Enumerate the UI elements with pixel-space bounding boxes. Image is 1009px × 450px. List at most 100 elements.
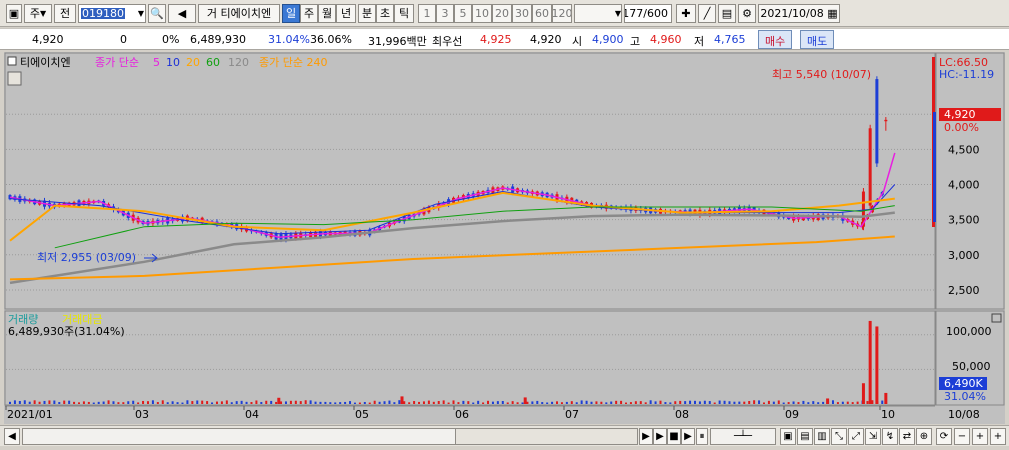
refresh-icon[interactable]: ⟳ bbox=[936, 428, 952, 445]
sell-button[interactable]: 매도 bbox=[800, 30, 835, 49]
volume-bar bbox=[127, 401, 130, 404]
prev-button[interactable]: 전 bbox=[54, 4, 76, 23]
volume-bar bbox=[166, 402, 169, 404]
volume-bar bbox=[851, 402, 854, 404]
chart-menu-icon[interactable]: ▣ bbox=[6, 4, 22, 23]
volume-bar bbox=[353, 402, 356, 404]
volume-bar bbox=[334, 402, 337, 404]
scroll-right-icon[interactable]: ▶ bbox=[639, 428, 653, 445]
legend-ma120: 120 bbox=[228, 56, 249, 69]
volume-bar bbox=[649, 400, 652, 404]
tool-e-icon[interactable]: ⤢ bbox=[848, 428, 864, 445]
volume-bar bbox=[575, 402, 578, 404]
volume-bar bbox=[560, 402, 563, 404]
zoom-slider[interactable]: ─┴─ bbox=[710, 428, 776, 445]
volume-bar bbox=[523, 397, 527, 404]
minute-30-button[interactable]: 30 bbox=[512, 4, 532, 23]
zoom-out-button[interactable]: − bbox=[954, 428, 970, 445]
volume-bar bbox=[363, 401, 366, 404]
volume-bar bbox=[551, 401, 554, 404]
stock-chart[interactable]: 티에이치엔 종가 단순 5 10 20 60 120 종가 단순 240 최고 … bbox=[4, 52, 1005, 424]
period-second-button[interactable]: 초 bbox=[376, 4, 394, 23]
tool-f-icon[interactable]: ⇲ bbox=[865, 428, 881, 445]
tool-h-icon[interactable]: ⇄ bbox=[899, 428, 915, 445]
play-icon[interactable]: ▶ bbox=[653, 428, 667, 445]
volume-bar bbox=[265, 400, 268, 404]
open-label: 시 bbox=[572, 35, 583, 48]
volume-bar bbox=[659, 400, 662, 404]
price-tick-label: 2,500 bbox=[948, 284, 980, 297]
volume-bar bbox=[733, 401, 736, 404]
volume-bar bbox=[230, 402, 233, 404]
volume-bar bbox=[600, 401, 603, 404]
draw-line-icon[interactable]: ╱ bbox=[698, 4, 716, 23]
panel-settings-icon[interactable] bbox=[7, 71, 22, 86]
tool-i-icon[interactable]: ⊕ bbox=[916, 428, 932, 445]
minute-1-button[interactable]: 1 bbox=[418, 4, 436, 23]
tool-d-icon[interactable]: ⤡ bbox=[831, 428, 847, 445]
minute-120-button[interactable]: 120 bbox=[552, 4, 572, 23]
zoom-in-button[interactable]: + bbox=[972, 428, 988, 445]
volume-bar bbox=[9, 401, 11, 404]
period-day-button[interactable]: 일 bbox=[282, 4, 300, 23]
volume-bar bbox=[48, 400, 51, 404]
save-icon[interactable]: ▤ bbox=[718, 4, 736, 23]
stock-code-input[interactable]: 019180 ▼ bbox=[78, 4, 146, 23]
x-tick-label: 05 bbox=[355, 408, 369, 421]
volume-bar bbox=[856, 401, 859, 404]
search-icon[interactable]: 🔍 bbox=[148, 4, 166, 23]
volume-bar bbox=[38, 401, 41, 404]
minute-60-button[interactable]: 60 bbox=[532, 4, 552, 23]
price-tick-label: 3,500 bbox=[948, 214, 980, 227]
date-input[interactable]: 2021/10/08 ▦ bbox=[758, 4, 840, 23]
next-icon[interactable]: ▶ bbox=[681, 428, 695, 445]
volume-bar bbox=[378, 401, 381, 404]
minute-5-button[interactable]: 5 bbox=[454, 4, 472, 23]
bar-count-input[interactable]: 177/600 bbox=[624, 4, 672, 23]
scroll-left-icon[interactable]: ◀ bbox=[4, 428, 20, 445]
volume-bar bbox=[536, 400, 539, 404]
crosshair-icon[interactable]: ✚ bbox=[676, 4, 696, 23]
volume-bar bbox=[260, 402, 263, 404]
sound-button[interactable]: ◀ bbox=[168, 4, 196, 23]
scroll-thumb[interactable] bbox=[455, 428, 638, 445]
x-tick-label: 03 bbox=[135, 408, 149, 421]
minute-10-button[interactable]: 10 bbox=[472, 4, 492, 23]
volume-bar bbox=[728, 401, 731, 404]
volume-bar bbox=[13, 400, 16, 404]
volume-bar bbox=[196, 400, 199, 404]
stock-name-field[interactable]: 거 티에이치엔 bbox=[198, 4, 280, 23]
gear-icon[interactable]: ⚙ bbox=[738, 4, 756, 23]
minute-3-button[interactable]: 3 bbox=[436, 4, 454, 23]
volume-bar bbox=[146, 401, 149, 404]
period-month-button[interactable]: 월 bbox=[318, 4, 336, 23]
period-minute-button[interactable]: 분 bbox=[358, 4, 376, 23]
price-change: 0 bbox=[120, 33, 127, 46]
volume-bar bbox=[299, 401, 302, 404]
volume-bar bbox=[585, 400, 588, 404]
volume-bar bbox=[738, 401, 741, 404]
volume-bar bbox=[18, 401, 21, 404]
volume-bar bbox=[319, 401, 322, 404]
tool-c-icon[interactable]: ▥ bbox=[814, 428, 830, 445]
volume-bar bbox=[782, 402, 785, 404]
volume-bar bbox=[309, 400, 312, 404]
buy-button[interactable]: 매수 bbox=[758, 30, 793, 49]
interval-select[interactable]: ▼ bbox=[574, 4, 622, 23]
minute-20-button[interactable]: 20 bbox=[492, 4, 512, 23]
volume-bar bbox=[487, 400, 490, 404]
candle-body bbox=[868, 128, 872, 206]
tool-a-icon[interactable]: ▣ bbox=[780, 428, 796, 445]
tool-g-icon[interactable]: ↯ bbox=[882, 428, 898, 445]
range-marker-blue bbox=[933, 112, 936, 222]
period-year-button[interactable]: 년 bbox=[336, 4, 356, 23]
period-week-button[interactable]: 주 bbox=[300, 4, 318, 23]
volume-bar bbox=[240, 400, 243, 404]
market-type-select[interactable]: 주 ▼ bbox=[24, 4, 52, 23]
pause-icon[interactable]: ⏸ bbox=[696, 428, 708, 445]
stop-icon[interactable]: ■ bbox=[667, 428, 681, 445]
period-tick-button[interactable]: 틱 bbox=[394, 4, 414, 23]
expand-button[interactable]: + bbox=[990, 428, 1006, 445]
volume-bar bbox=[674, 401, 677, 404]
tool-b-icon[interactable]: ▤ bbox=[797, 428, 813, 445]
